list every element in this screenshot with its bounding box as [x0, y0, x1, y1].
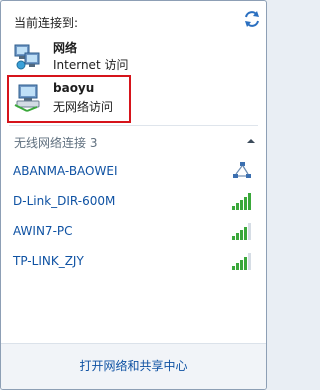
signal-strength-icon [232, 253, 251, 270]
connection-status: Internet 访问 [53, 58, 129, 72]
network-flyout-panel: 当前连接到: 网络 Internet 访问 baoyu 无网络访问 无线网络连接… [0, 0, 267, 390]
wifi-ssid: TP-LINK_ZJY [13, 254, 84, 268]
wifi-network-item[interactable]: AWIN7-PC [5, 219, 262, 245]
current-connections-header: 当前连接到: [14, 16, 79, 30]
wifi-ssid: AWIN7-PC [13, 224, 73, 238]
connection-name: 网络 [53, 41, 78, 55]
wifi-network-item[interactable]: D-Link_DIR-600M [5, 189, 262, 215]
wifi-network-item[interactable]: ABANMA-BAOWEI [5, 159, 262, 185]
connection-item-network[interactable]: 网络 Internet 访问 [9, 39, 249, 75]
highlight-annotation-box [7, 75, 131, 123]
wifi-ssid: ABANMA-BAOWEI [13, 164, 118, 178]
network-globe-icon [14, 44, 40, 70]
flyout-footer: 打开网络和共享中心 [1, 343, 266, 389]
refresh-icon[interactable] [243, 11, 261, 27]
wifi-network-item[interactable]: TP-LINK_ZJY [5, 249, 262, 275]
divider [9, 125, 258, 126]
open-network-sharing-center-link[interactable]: 打开网络和共享中心 [1, 357, 266, 374]
wireless-adapter-header: 无线网络连接 3 [14, 136, 98, 150]
wifi-ssid: D-Link_DIR-600M [13, 194, 116, 208]
chevron-up-icon[interactable] [245, 135, 257, 147]
signal-strength-icon [232, 193, 251, 210]
signal-strength-icon [232, 223, 251, 240]
adhoc-network-icon [233, 162, 251, 178]
